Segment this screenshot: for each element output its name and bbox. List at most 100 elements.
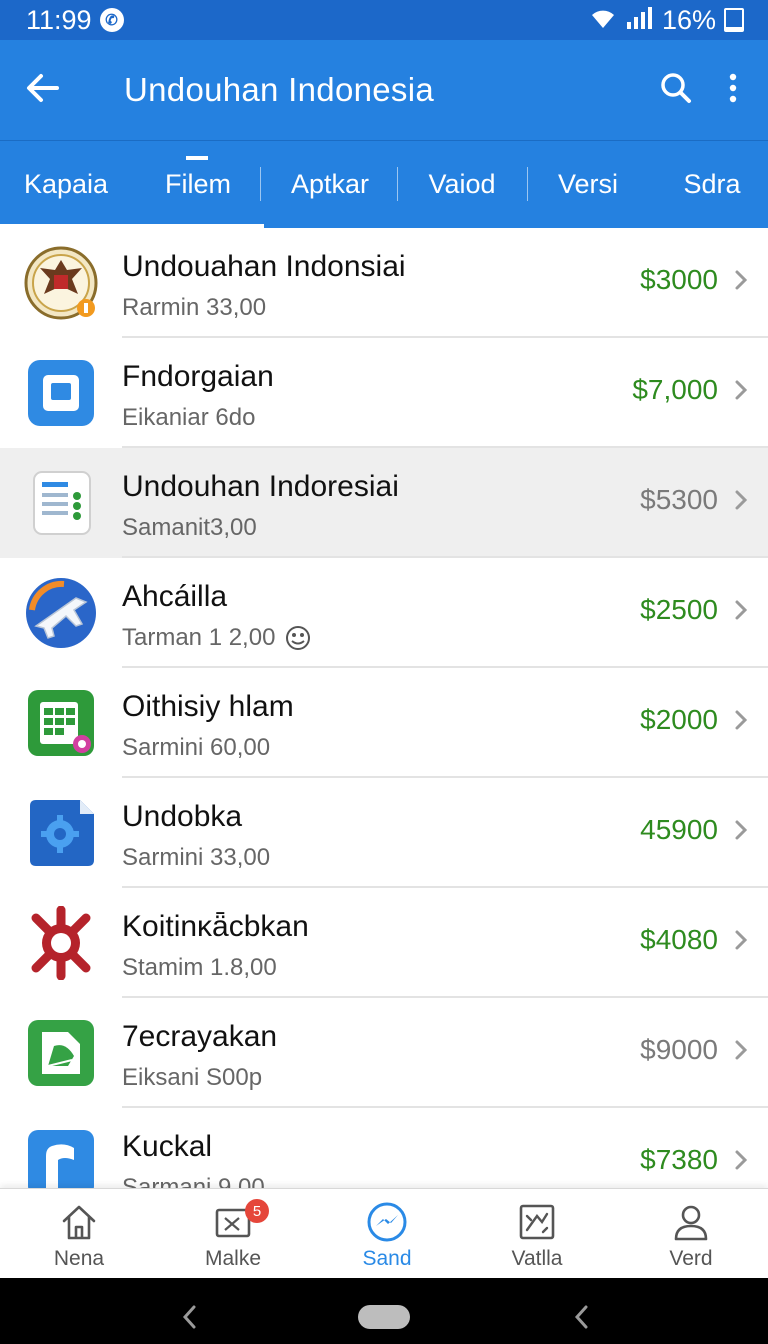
edit-leaf-icon bbox=[24, 1016, 98, 1090]
search-icon bbox=[660, 72, 692, 109]
signal-icon bbox=[626, 6, 654, 35]
messenger-icon bbox=[366, 1201, 408, 1243]
list-item[interactable]: Koitinĸǟcbkan Stamim 1.8,00 $4080 bbox=[0, 888, 768, 998]
item-subtitle: Sarmani 9,00 bbox=[122, 1174, 265, 1188]
app-bar: Undouhan Indonesia bbox=[0, 40, 768, 140]
list-item[interactable]: Fndorgaian Eikaniar 6do $7,000 bbox=[0, 338, 768, 448]
item-subtitle: Sarmini 33,00 bbox=[122, 844, 271, 871]
tab-divider bbox=[527, 167, 528, 201]
helm-wheel-icon bbox=[24, 905, 98, 981]
nav-item-sand[interactable]: Sand bbox=[310, 1189, 464, 1279]
item-subtitle: Samanit3,00 bbox=[122, 514, 257, 541]
chevron-right-icon bbox=[734, 378, 748, 407]
tab-filem[interactable]: Filem bbox=[132, 141, 264, 227]
tab-sdra[interactable]: Sdra bbox=[648, 141, 768, 227]
chevron-right-icon bbox=[734, 598, 748, 627]
tab-divider bbox=[260, 167, 261, 201]
chevron-right-icon bbox=[734, 818, 748, 847]
tab-bar: Kapaia Filem Aptkar Vaiod Versi Sdra bbox=[0, 140, 768, 228]
item-price: $7,000 bbox=[632, 374, 718, 405]
settings-file-icon bbox=[24, 796, 98, 870]
item-subtitle-text: Tarman 1 2,00 bbox=[122, 624, 276, 651]
tab-vaiod[interactable]: Vaiod bbox=[396, 141, 528, 227]
item-subtitle: Rarmin 33,00 bbox=[122, 294, 267, 321]
list-item[interactable]: Undouahan Indonsiai Rarmin 33,00 $3000 bbox=[0, 228, 768, 338]
system-navigation-bar bbox=[0, 1278, 768, 1344]
notification-badge: 5 bbox=[245, 1199, 269, 1223]
item-subtitle: Sarmini 60,00 bbox=[122, 734, 271, 761]
item-name: Undobka bbox=[122, 800, 243, 833]
tab-versi[interactable]: Versi bbox=[528, 141, 648, 227]
item-name: Koitinĸǟcbkan bbox=[122, 910, 309, 943]
item-price: $4080 bbox=[640, 924, 718, 955]
item-name: 7ecrayakan bbox=[122, 1020, 278, 1053]
item-price: $9000 bbox=[640, 1034, 718, 1065]
chevron-right-icon bbox=[734, 708, 748, 737]
list-item[interactable]: Oithisiy hlam Sarmini 60,00 $2000 bbox=[0, 668, 768, 778]
nav-label: Sand bbox=[362, 1247, 412, 1270]
mail-icon: 5 bbox=[213, 1199, 269, 1243]
list-item[interactable]: Undobka Sarmini 33,00 45900 bbox=[0, 778, 768, 888]
list-item[interactable]: Kuckal Sarmani 9,00 $7380 bbox=[0, 1108, 768, 1188]
garuda-emblem-icon bbox=[24, 246, 98, 320]
search-button[interactable] bbox=[646, 72, 706, 109]
item-price: $2000 bbox=[640, 704, 718, 735]
chevron-right-icon bbox=[734, 1038, 748, 1067]
more-options-button[interactable] bbox=[706, 73, 760, 108]
status-right: 16% bbox=[588, 5, 744, 36]
back-button[interactable] bbox=[0, 73, 90, 108]
chevron-right-icon bbox=[734, 928, 748, 957]
item-price: $3000 bbox=[640, 264, 718, 295]
home-pill-button[interactable] bbox=[358, 1305, 410, 1329]
status-bar: 11:99 ✆ 16% bbox=[0, 0, 768, 40]
more-vert-icon bbox=[728, 73, 738, 108]
phone-app-icon bbox=[24, 1126, 98, 1188]
document-list-icon bbox=[24, 466, 98, 540]
tab-aptkar[interactable]: Aptkar bbox=[264, 141, 396, 227]
list-item[interactable]: Ahcáilla Tarman 1 2,00 $2500 bbox=[0, 558, 768, 668]
tab-kapaia[interactable]: Kapaia bbox=[0, 141, 132, 227]
nav-item-nena[interactable]: Nena bbox=[2, 1189, 156, 1279]
chevron-right-icon bbox=[734, 268, 748, 297]
item-price: $5300 bbox=[640, 484, 718, 515]
battery-icon bbox=[724, 8, 744, 32]
item-name: Fndorgaian bbox=[122, 360, 274, 393]
page-title: Undouhan Indonesia bbox=[124, 71, 434, 108]
item-price: $2500 bbox=[640, 594, 718, 625]
wifi-icon bbox=[588, 6, 618, 35]
spreadsheet-icon bbox=[24, 686, 98, 760]
item-subtitle: Eiksani S00p bbox=[122, 1064, 263, 1091]
nav-item-vatlla[interactable]: Vatlla bbox=[460, 1189, 614, 1279]
home-icon bbox=[59, 1201, 99, 1243]
item-name: Undouhan Indoresiai bbox=[122, 470, 399, 503]
tools-icon bbox=[517, 1201, 557, 1243]
recents-back-icon[interactable] bbox=[572, 1303, 592, 1336]
item-price: 45900 bbox=[640, 814, 718, 845]
nav-label: Vatlla bbox=[511, 1247, 563, 1270]
app-list: Undouahan Indonsiai Rarmin 33,00 $3000 F… bbox=[0, 228, 768, 1188]
nav-label: Verd bbox=[669, 1247, 713, 1270]
item-subtitle: Eikaniar 6do bbox=[122, 404, 256, 431]
nav-item-verd[interactable]: Verd bbox=[614, 1189, 768, 1279]
chevron-right-icon bbox=[734, 1148, 748, 1177]
smiley-icon bbox=[285, 625, 311, 651]
tab-mark bbox=[186, 156, 208, 160]
nav-label: Nena bbox=[53, 1247, 105, 1270]
back-icon[interactable] bbox=[180, 1303, 200, 1336]
nav-label: Malke bbox=[204, 1247, 262, 1270]
list-item[interactable]: 7ecrayakan Eiksani S00p $9000 bbox=[0, 998, 768, 1108]
item-subtitle: Tarman 1 2,00 bbox=[122, 624, 311, 652]
blue-square-app-icon bbox=[24, 356, 98, 430]
nav-item-malke[interactable]: 5 Malke bbox=[156, 1189, 310, 1279]
arrow-back-icon bbox=[25, 73, 59, 108]
item-subtitle: Stamim 1.8,00 bbox=[122, 954, 277, 981]
chevron-right-icon bbox=[734, 488, 748, 517]
status-time: 11:99 bbox=[26, 4, 92, 35]
item-name: Oithisiy hlam bbox=[122, 690, 294, 723]
item-name: Kuckal bbox=[122, 1130, 213, 1163]
tab-divider bbox=[397, 167, 398, 201]
whatsapp-icon: ✆ bbox=[99, 8, 124, 32]
item-name: Ahcáilla bbox=[122, 580, 228, 613]
item-price: $7380 bbox=[640, 1144, 718, 1175]
list-item-selected[interactable]: Undouhan Indoresiai Samanit3,00 $5300 bbox=[0, 448, 768, 558]
